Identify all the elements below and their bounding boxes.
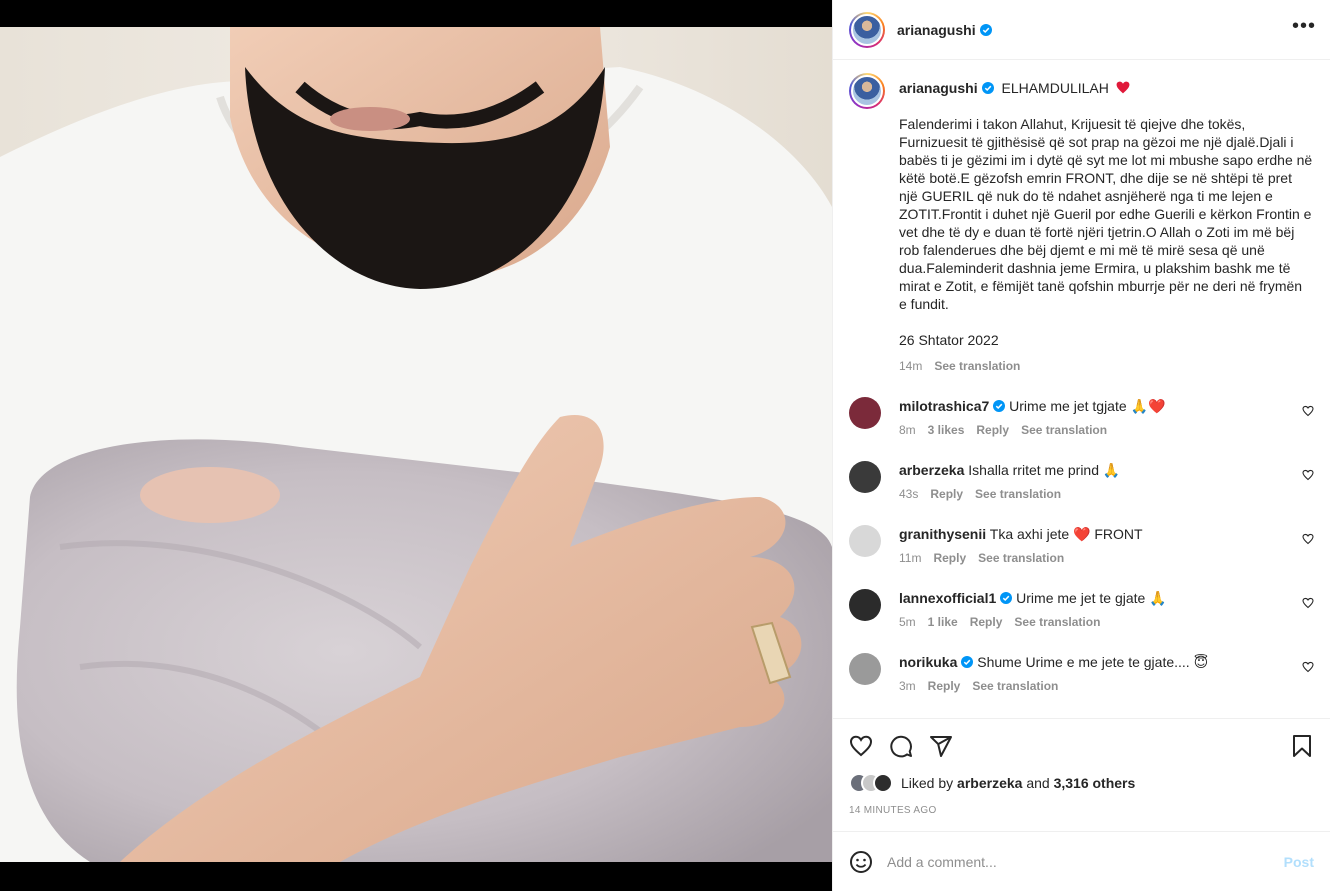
- comment-bubble-icon[interactable]: [889, 734, 913, 758]
- post-timestamp[interactable]: 14 MINUTES AGO: [849, 805, 1314, 816]
- see-translation-link[interactable]: See translation: [975, 485, 1061, 503]
- commenter-avatar[interactable]: [849, 525, 881, 557]
- comment-row: milotrashica7 Urime me jet tgjate 🙏❤️ 8m 3…: [849, 397, 1314, 439]
- post-caption: arianagushi ELHAMDULILAH Falenderimi i t…: [849, 73, 1314, 375]
- comment-text: Ishalla rritet me prind 🙏: [968, 462, 1121, 478]
- comment-list: milotrashica7 Urime me jet tgjate 🙏❤️ 8m 3…: [849, 397, 1314, 695]
- likes-and: and: [1026, 775, 1050, 791]
- commenter-username[interactable]: lannexofficial1: [899, 590, 996, 606]
- top-black-bar: [0, 0, 832, 27]
- see-translation-link[interactable]: See translation: [978, 549, 1064, 567]
- post-header: arianagushi •••: [833, 0, 1330, 60]
- likes-summary: Liked by arberzeka and 3,316 others: [849, 773, 1314, 793]
- liker-avatar: [873, 773, 893, 793]
- post-photo[interactable]: [0, 27, 832, 862]
- verified-badge-icon: [979, 23, 992, 36]
- reply-button[interactable]: Reply: [933, 549, 966, 567]
- caption-age: 14m: [899, 359, 923, 373]
- likes-others[interactable]: 3,316 others: [1054, 775, 1136, 791]
- comments-scroll-area[interactable]: arianagushi ELHAMDULILAH Falenderimi i t…: [833, 61, 1330, 718]
- author-username[interactable]: arianagushi: [897, 22, 976, 38]
- save-bookmark-icon[interactable]: [1290, 734, 1314, 758]
- comment-text: Urime me jet tgjate 🙏❤️: [1009, 398, 1166, 414]
- caption-author-avatar[interactable]: [849, 73, 885, 109]
- see-translation-link[interactable]: See translation: [972, 677, 1058, 695]
- reply-button[interactable]: Reply: [930, 485, 963, 503]
- commenter-avatar[interactable]: [849, 653, 881, 685]
- comment-row: lannexofficial1 Urime me jet te gjate 🙏 5…: [849, 589, 1314, 631]
- photo-illustration: [0, 27, 832, 862]
- comment-like-heart-icon[interactable]: [1302, 405, 1314, 417]
- comment-age: 8m: [899, 423, 916, 437]
- comment-likes[interactable]: 3 likes: [928, 421, 965, 439]
- likes-user[interactable]: arberzeka: [957, 775, 1022, 791]
- comment-like-heart-icon[interactable]: [1302, 533, 1314, 545]
- share-send-icon[interactable]: [929, 734, 953, 758]
- comment-text: Tka axhi jete ❤️ FRONT: [989, 526, 1143, 542]
- comment-age: 5m: [899, 615, 916, 629]
- post-modal: arianagushi ••• arianagushi ELHAMDULILAH…: [0, 0, 1330, 891]
- verified-badge-icon: [1000, 592, 1013, 604]
- comment-row: granithysenii Tka axhi jete ❤️ FRONT 11m R…: [849, 525, 1314, 567]
- add-comment-bar: Post: [833, 831, 1330, 891]
- see-translation-link[interactable]: See translation: [1021, 421, 1107, 439]
- comment-age: 43s: [899, 487, 919, 501]
- commenter-avatar[interactable]: [849, 589, 881, 621]
- caption-date: 26 Shtator 2022: [899, 332, 999, 348]
- comment-like-heart-icon[interactable]: [1302, 469, 1314, 481]
- reply-button[interactable]: Reply: [970, 613, 1003, 631]
- bottom-black-bar: [0, 862, 832, 891]
- commenter-username[interactable]: granithysenii: [899, 526, 986, 542]
- commenter-username[interactable]: milotrashica7: [899, 398, 989, 414]
- comment-input[interactable]: [887, 853, 1284, 870]
- more-options-icon[interactable]: •••: [1292, 16, 1316, 39]
- red-heart-icon: [1116, 81, 1130, 94]
- commenter-username[interactable]: arberzeka: [899, 462, 964, 478]
- comment-age: 11m: [899, 551, 922, 565]
- comment-text: Shume Urime e me jete te gjate.... 😇: [977, 654, 1209, 670]
- post-comment-button[interactable]: Post: [1284, 854, 1314, 870]
- comment-text: Urime me jet te gjate 🙏: [1016, 590, 1167, 606]
- author-avatar[interactable]: [849, 11, 885, 48]
- emoji-icon[interactable]: [849, 850, 873, 874]
- verified-badge-icon: [981, 82, 994, 94]
- caption-author-username[interactable]: arianagushi: [899, 80, 978, 96]
- caption-title: ELHAMDULILAH: [1001, 80, 1109, 96]
- comment-age: 3m: [899, 679, 916, 693]
- commenter-avatar[interactable]: [849, 397, 881, 429]
- comment-row: arberzeka Ishalla rritet me prind 🙏 43s Re…: [849, 461, 1314, 503]
- like-heart-icon[interactable]: [849, 734, 873, 758]
- caption-text: Falenderimi i takon Allahut, Krijuesit t…: [899, 116, 1313, 312]
- post-actions: Liked by arberzeka and 3,316 others 14 M…: [833, 718, 1330, 816]
- verified-badge-icon: [961, 656, 974, 668]
- see-translation-link[interactable]: See translation: [1014, 613, 1100, 631]
- reply-button[interactable]: Reply: [928, 677, 961, 695]
- comment-likes[interactable]: 1 like: [928, 613, 958, 631]
- commenter-avatar[interactable]: [849, 461, 881, 493]
- caption-see-translation[interactable]: See translation: [934, 357, 1020, 375]
- verified-badge-icon: [993, 400, 1006, 412]
- commenter-username[interactable]: norikuka: [899, 654, 957, 670]
- reply-button[interactable]: Reply: [976, 421, 1009, 439]
- post-side-panel: arianagushi ••• arianagushi ELHAMDULILAH…: [832, 0, 1330, 891]
- comment-like-heart-icon[interactable]: [1302, 661, 1314, 673]
- comment-like-heart-icon[interactable]: [1302, 597, 1314, 609]
- likes-prefix: Liked by: [901, 775, 954, 791]
- comment-row: norikuka Shume Urime e me jete te gjate.…: [849, 653, 1314, 695]
